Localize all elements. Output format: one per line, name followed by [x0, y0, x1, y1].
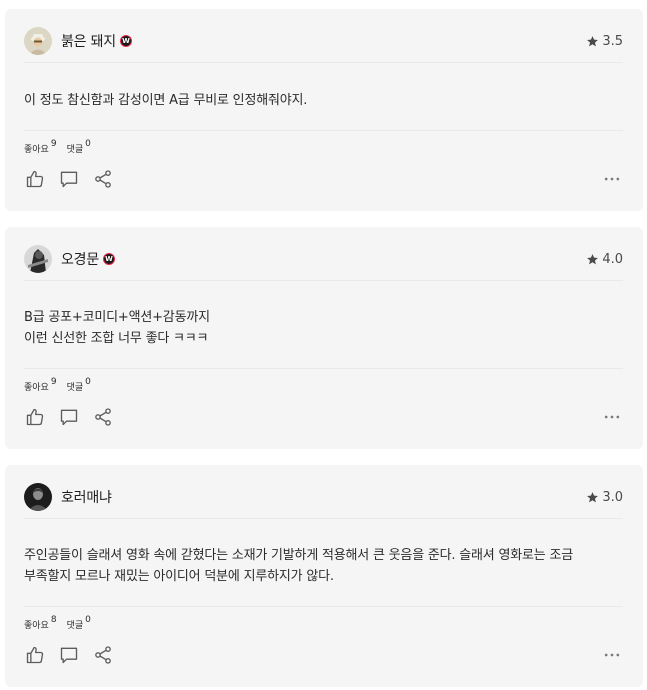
like-count-value: 9	[50, 139, 57, 149]
like-label: 좋아요	[24, 145, 49, 155]
review-comment[interactable]: B급 공포+코미디+액션+감동까지 이런 신선한 조합 너무 좋다 ㅋㅋㅋ	[24, 307, 623, 349]
like-button[interactable]	[24, 168, 46, 190]
comment-button[interactable]	[58, 168, 80, 190]
rating: 4.0	[586, 252, 623, 267]
review-actions	[24, 167, 623, 191]
reply-count-value: 0	[85, 377, 91, 387]
review-header: 오경문 W 4.0	[24, 244, 623, 281]
reply-count: 댓글 0	[66, 615, 91, 631]
watcha-badge-icon: W	[119, 35, 132, 47]
reply-count-value: 0	[85, 615, 91, 625]
reply-label: 댓글	[66, 145, 84, 155]
comment-line: 이런 신선한 조합 너무 좋다 ㅋㅋㅋ	[24, 331, 209, 346]
reply-count-value: 0	[85, 139, 91, 149]
username[interactable]: 오경문	[61, 249, 99, 269]
share-icon	[95, 170, 111, 188]
review-card: 붉은 돼지 W 3.5 이 정도 참신함과 감성이면 A급 무비로 인정해줘야지…	[5, 9, 643, 211]
comment-line: 부족할지 모르나 재밌는 아이디어 덕분에 지루하지가 않다.	[24, 569, 334, 584]
more-dots-icon	[604, 653, 620, 657]
review-card: 오경문 W 4.0 B급 공포+코미디+액션+감동까지 이런 신선한 조합 너무…	[5, 227, 643, 449]
rating: 3.5	[586, 34, 623, 49]
thumbs-up-icon	[26, 408, 44, 426]
like-button[interactable]	[24, 644, 46, 666]
like-label: 좋아요	[24, 383, 49, 393]
username[interactable]: 붉은 돼지	[61, 31, 116, 51]
review-comment[interactable]: 주인공들이 슬래셔 영화 속에 갇혔다는 소재가 기발하게 적용해서 큰 웃음을…	[24, 545, 623, 587]
comment-icon	[60, 409, 78, 426]
like-count-value: 9	[50, 377, 57, 387]
star-icon	[587, 491, 599, 502]
like-count-value: 8	[50, 615, 57, 625]
comment-icon	[60, 171, 78, 188]
share-icon	[95, 646, 111, 664]
comment-line: B급 공포+코미디+액션+감동까지	[24, 310, 210, 325]
more-dots-icon	[604, 177, 620, 181]
reply-label: 댓글	[66, 383, 84, 393]
like-label: 좋아요	[24, 621, 49, 631]
reply-count: 댓글 0	[66, 377, 91, 393]
like-count: 좋아요 9	[24, 377, 57, 393]
more-button[interactable]	[601, 644, 623, 666]
star-icon	[587, 253, 599, 264]
thumbs-up-icon	[26, 170, 44, 188]
review-card: 호러매냐 3.0 주인공들이 슬래셔 영화 속에 갇혔다는 소재가 기발하게 적…	[5, 465, 643, 687]
share-button[interactable]	[92, 406, 114, 428]
avatar[interactable]	[24, 245, 52, 273]
avatar[interactable]	[24, 27, 52, 55]
watcha-badge-icon: W	[103, 253, 116, 265]
share-button[interactable]	[92, 168, 114, 190]
comment-line: 주인공들이 슬래셔 영화 속에 갇혔다는 소재가 기발하게 적용해서 큰 웃음을…	[24, 548, 573, 563]
like-button[interactable]	[24, 406, 46, 428]
review-header: 호러매냐 3.0	[24, 482, 623, 519]
comment-button[interactable]	[58, 644, 80, 666]
rating: 3.0	[586, 490, 623, 505]
rating-value: 3.0	[602, 489, 623, 505]
share-icon	[95, 408, 111, 426]
review-header: 붉은 돼지 W 3.5	[24, 26, 623, 63]
like-count: 좋아요 8	[24, 615, 57, 631]
share-button[interactable]	[92, 644, 114, 666]
reply-count: 댓글 0	[66, 139, 91, 155]
comment-button[interactable]	[58, 406, 80, 428]
username[interactable]: 호러매냐	[61, 487, 112, 507]
rating-value: 3.5	[602, 33, 623, 49]
like-count: 좋아요 9	[24, 139, 57, 155]
avatar[interactable]	[24, 483, 52, 511]
reply-label: 댓글	[66, 621, 84, 631]
star-icon	[587, 35, 599, 46]
more-button[interactable]	[601, 406, 623, 428]
review-stats: 좋아요 9 댓글 0	[24, 130, 623, 156]
review-stats: 좋아요 9 댓글 0	[24, 368, 623, 394]
rating-value: 4.0	[602, 251, 623, 267]
thumbs-up-icon	[26, 646, 44, 664]
review-stats: 좋아요 8 댓글 0	[24, 606, 623, 632]
comment-line: 이 정도 참신함과 감성이면 A급 무비로 인정해줘야지.	[24, 93, 308, 108]
review-actions	[24, 405, 623, 429]
review-comment[interactable]: 이 정도 참신함과 감성이면 A급 무비로 인정해줘야지.	[24, 90, 623, 111]
review-actions	[24, 643, 623, 667]
more-dots-icon	[604, 415, 620, 419]
more-button[interactable]	[601, 168, 623, 190]
comment-icon	[60, 647, 78, 664]
